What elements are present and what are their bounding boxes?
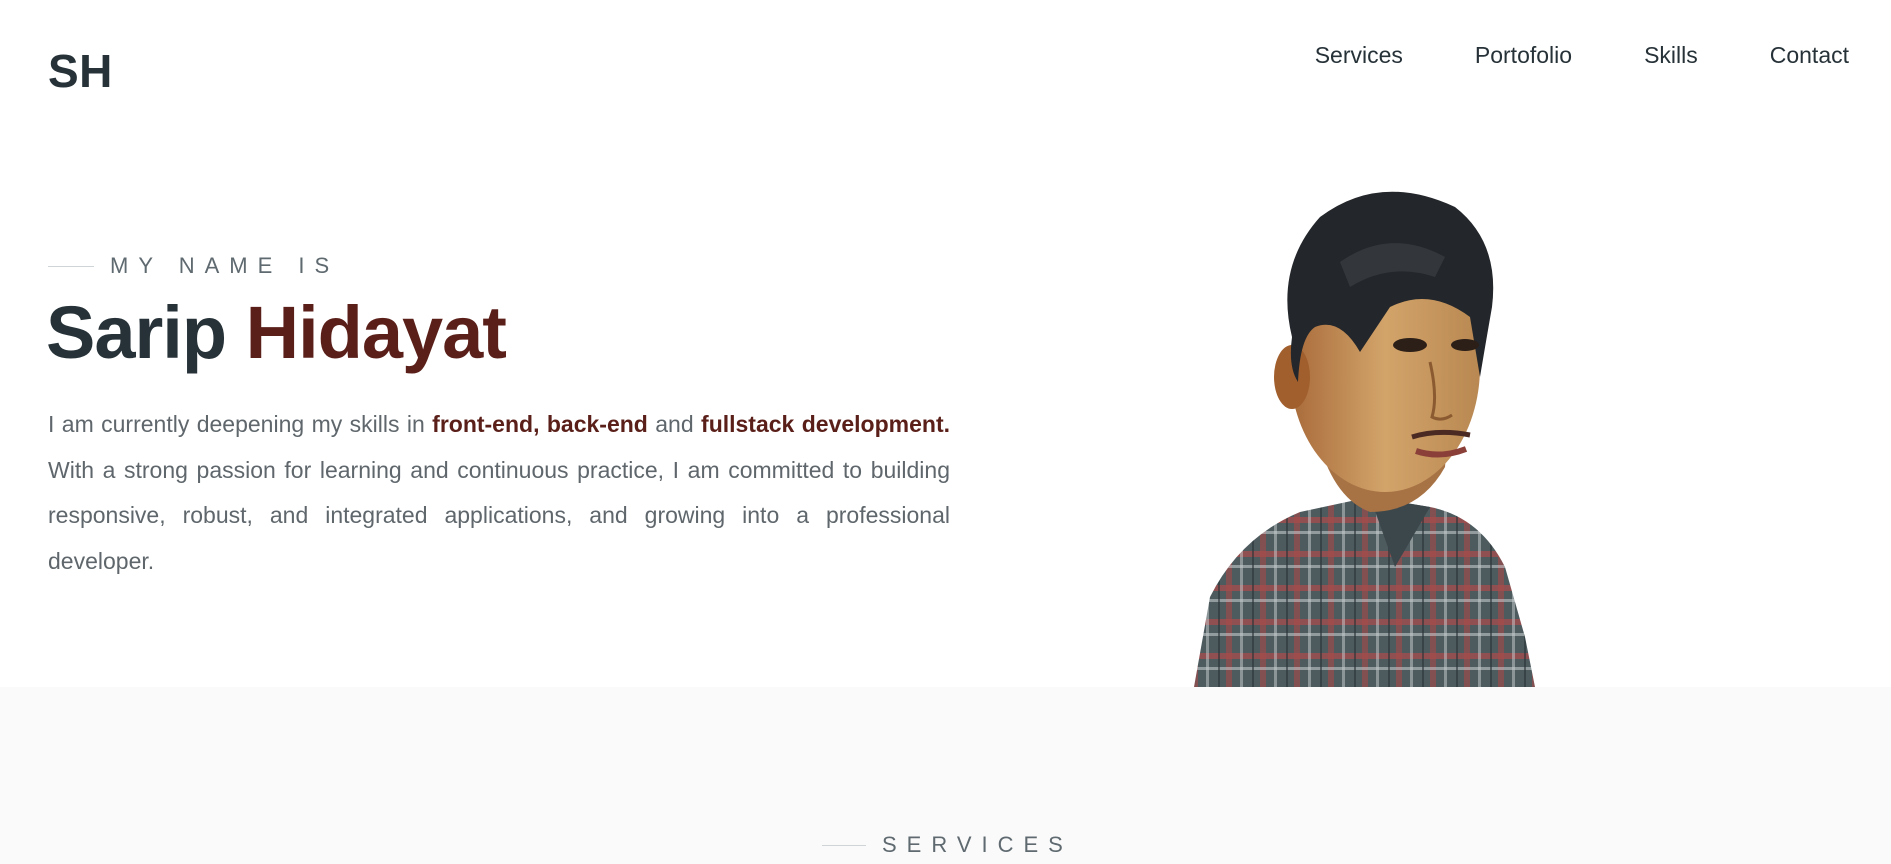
hero-bio: I am currently deepening my skills in fr… (48, 402, 950, 584)
portrait-illustration (1194, 191, 1535, 687)
bio-text-3: and (647, 411, 702, 437)
bio-highlight-backend: back-end (546, 411, 648, 437)
nav-link-skills[interactable]: Skills (1644, 42, 1698, 69)
bio-text-1: I am currently deepening my skills in (48, 411, 433, 437)
nav-link-portofolio[interactable]: Portofolio (1475, 42, 1572, 69)
nav-link-contact[interactable]: Contact (1770, 42, 1849, 69)
site-logo[interactable]: SH (48, 44, 113, 98)
eyebrow-text: MY NAME IS (110, 253, 340, 278)
services-section: SERVICES (0, 687, 1891, 864)
hero-eyebrow: MY NAME IS (48, 253, 339, 279)
hero-name: Sarip Hidayat (46, 290, 507, 375)
services-eyebrow: SERVICES (822, 832, 1073, 858)
main-nav: Services Portofolio Skills Contact (1315, 42, 1849, 69)
eyebrow-divider (48, 265, 94, 267)
site-header: SH Services Portofolio Skills Contact (0, 0, 1891, 140)
nav-link-services[interactable]: Services (1315, 42, 1403, 69)
services-eyebrow-text: SERVICES (882, 832, 1073, 857)
bio-highlight-frontend: front-end, (432, 411, 540, 437)
bio-text-4: With a strong passion for learning and c… (48, 456, 950, 574)
hero-section: MY NAME IS Sarip Hidayat I am currently … (0, 140, 1891, 687)
bio-text-2 (539, 411, 546, 437)
hero-last-name: Hidayat (245, 291, 507, 374)
bio-highlight-fullstack: fullstack development. (701, 411, 950, 437)
hero-first-name: Sarip (46, 291, 227, 374)
eyebrow-divider (822, 844, 866, 846)
profile-portrait (1180, 167, 1570, 687)
